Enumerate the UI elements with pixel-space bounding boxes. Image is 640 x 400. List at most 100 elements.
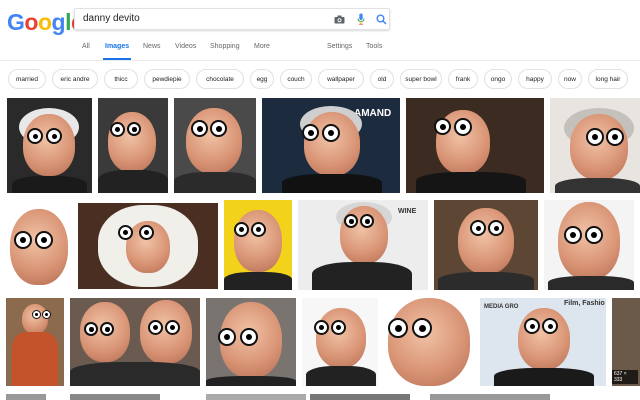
- googly-eye: [454, 118, 472, 136]
- chip-chocolate[interactable]: chocolate: [196, 69, 244, 89]
- googly-eyes: [84, 322, 114, 336]
- image-result[interactable]: [550, 98, 640, 193]
- googly-eye: [27, 128, 43, 144]
- mic-icon[interactable]: [355, 13, 367, 25]
- clothing-photo: [174, 172, 256, 193]
- tab-settings[interactable]: Settings: [327, 43, 352, 50]
- googly-eye: [586, 128, 604, 146]
- image-size-badge: 637 × 333: [612, 370, 638, 384]
- clothing-photo: [282, 174, 382, 193]
- face-photo: [234, 210, 282, 272]
- face-photo: [316, 308, 366, 368]
- googly-eye: [42, 310, 51, 319]
- chip-married[interactable]: married: [8, 69, 46, 89]
- tab-news[interactable]: News: [143, 43, 161, 50]
- chip-old[interactable]: old: [370, 69, 394, 89]
- googly-eye: [606, 128, 624, 146]
- clothing-photo: [438, 272, 534, 290]
- tab-more[interactable]: More: [254, 43, 270, 50]
- googly-eye: [100, 322, 114, 336]
- googly-eye: [542, 318, 558, 334]
- googly-eye: [46, 128, 62, 144]
- image-result[interactable]: [70, 298, 200, 386]
- chip-super-bowl[interactable]: super bowl: [400, 69, 442, 89]
- chip-eric-andre[interactable]: eric andre: [52, 69, 98, 89]
- googly-eye: [32, 310, 41, 319]
- search-box[interactable]: danny devito: [74, 8, 390, 30]
- googly-eyes: [470, 220, 504, 236]
- tab-videos[interactable]: Videos: [175, 43, 196, 50]
- clothing-photo: [494, 368, 594, 386]
- chip-long-hair[interactable]: long hair: [588, 69, 628, 89]
- face-photo: [186, 108, 242, 174]
- googly-eyes: [14, 231, 53, 249]
- googly-eye: [360, 214, 374, 228]
- googly-eye: [302, 124, 319, 141]
- image-result[interactable]: [310, 394, 410, 400]
- googly-eyes: [191, 120, 227, 137]
- camera-icon[interactable]: [333, 13, 345, 25]
- tab-all[interactable]: All: [82, 43, 90, 50]
- googly-eyes: [314, 320, 346, 335]
- image-result[interactable]: AMAND: [262, 98, 400, 193]
- googly-eye: [564, 226, 582, 244]
- image-result[interactable]: 637 × 333: [612, 298, 640, 386]
- tab-tools[interactable]: Tools: [366, 43, 382, 50]
- image-result[interactable]: [98, 98, 168, 193]
- face-photo: [22, 304, 48, 334]
- image-result[interactable]: [78, 203, 218, 289]
- image-result[interactable]: [206, 298, 296, 386]
- search-tabs: All Images News Videos Shopping More Set…: [0, 43, 640, 60]
- googly-eyes: [234, 222, 266, 237]
- chip-now[interactable]: now: [558, 69, 582, 89]
- googly-eye: [234, 222, 249, 237]
- googly-eye: [127, 122, 141, 136]
- chip-thicc[interactable]: thicc: [104, 69, 138, 89]
- chip-egg[interactable]: egg: [250, 69, 274, 89]
- googly-eye: [322, 124, 340, 142]
- logo-letter: o: [24, 9, 38, 35]
- image-result[interactable]: [224, 200, 292, 290]
- face-photo: [388, 298, 470, 386]
- tab-images[interactable]: Images: [102, 43, 132, 60]
- chip-happy[interactable]: happy: [518, 69, 552, 89]
- face-photo: [570, 114, 628, 180]
- face-photo: [304, 112, 360, 176]
- chip-wallpaper[interactable]: wallpaper: [318, 69, 364, 89]
- image-result[interactable]: [6, 394, 46, 400]
- image-result[interactable]: [206, 394, 306, 400]
- clothing-photo: [312, 262, 412, 290]
- image-result[interactable]: [430, 394, 550, 400]
- image-result[interactable]: [174, 98, 256, 193]
- image-result[interactable]: [6, 203, 72, 289]
- googly-eyes: [302, 124, 340, 142]
- googly-eye: [148, 320, 163, 335]
- image-result[interactable]: [384, 296, 474, 388]
- search-icon[interactable]: [375, 13, 387, 25]
- image-result[interactable]: [434, 200, 538, 290]
- googly-eyes: [434, 118, 472, 136]
- google-logo[interactable]: Google: [7, 9, 84, 36]
- image-result[interactable]: [544, 200, 634, 290]
- search-input[interactable]: danny devito: [83, 13, 140, 24]
- chip-couch[interactable]: couch: [280, 69, 312, 89]
- image-result[interactable]: [406, 98, 544, 193]
- googly-eye: [314, 320, 329, 335]
- googly-eyes: [388, 318, 432, 338]
- clothing-photo: [206, 376, 296, 386]
- image-result[interactable]: [6, 298, 64, 386]
- image-result[interactable]: [70, 394, 160, 400]
- image-result[interactable]: [302, 298, 378, 386]
- chip-pewdiepie[interactable]: pewdiepie: [144, 69, 190, 89]
- chip-ongo[interactable]: ongo: [484, 69, 512, 89]
- image-caption: Film, Fashio: [564, 300, 605, 307]
- tab-shopping[interactable]: Shopping: [210, 43, 240, 50]
- image-result[interactable]: Film, Fashio MEDIA GRO: [480, 298, 606, 386]
- image-result[interactable]: [7, 98, 92, 193]
- image-caption: WINE: [398, 208, 417, 215]
- chip-frank[interactable]: frank: [448, 69, 478, 89]
- clothing-photo: [12, 176, 87, 193]
- googly-eye: [139, 225, 154, 240]
- image-result[interactable]: WINE: [298, 200, 428, 290]
- googly-eyes: [27, 128, 62, 144]
